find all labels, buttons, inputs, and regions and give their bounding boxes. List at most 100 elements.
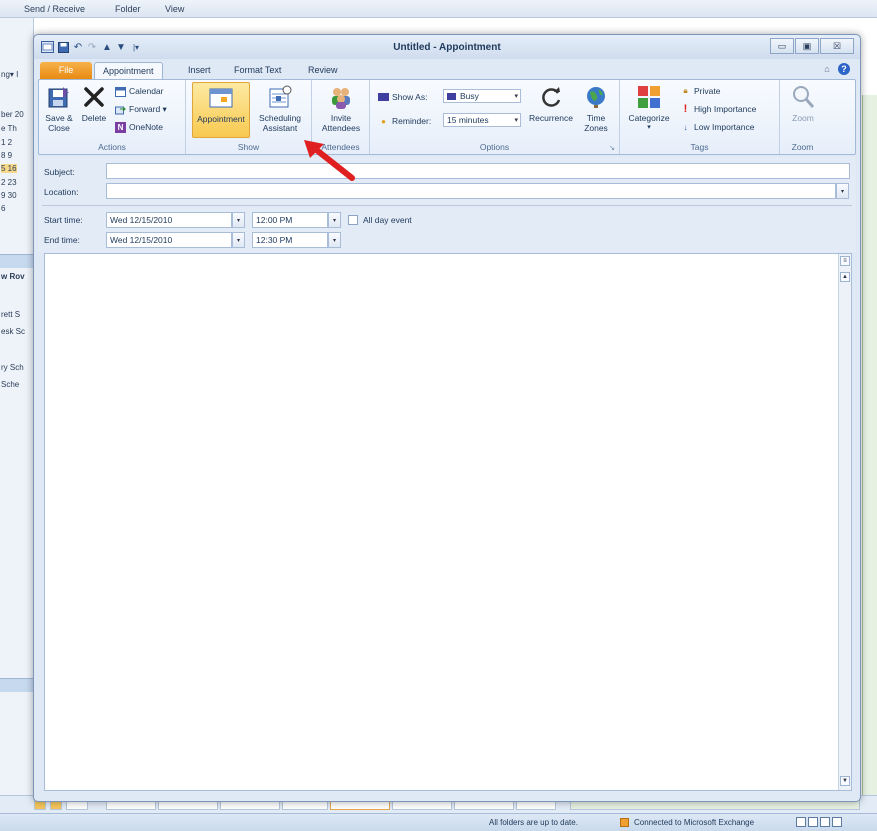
title-bar[interactable]: ↶ ↷ ▲ ▼ |▾ Untitled - Appointment ▭ ▣ ☒ [34,35,860,59]
background-navigation-pane: ng▾ I ber 20 e Th 1 2 8 9 5 16 2 23 9 30… [0,18,34,808]
location-label: Location: [44,187,79,197]
start-time-dropdown-icon[interactable]: ▾ [328,212,341,228]
list-view-icon[interactable] [820,817,830,827]
start-date-dropdown-icon[interactable]: ▾ [232,212,245,228]
nav-fragment: w Rov [1,272,25,281]
end-date-dropdown-icon[interactable]: ▾ [232,232,245,248]
show-as-value: Busy [460,91,479,101]
reminder-value: 15 minutes [447,115,489,125]
forward-button[interactable]: Forward ▾ [115,102,167,116]
nav-fragment: 9 30 [1,191,17,200]
notes-body-editor[interactable]: ≡ ▲ ▼ [44,253,852,791]
scroll-down-arrow-icon[interactable]: ▼ [840,776,850,786]
tab-file[interactable]: File [40,62,92,79]
delete-label: Delete [81,113,107,123]
zoom-group-label: Zoom [791,142,814,152]
zoom-button[interactable]: Zoom [784,82,822,138]
categorize-label: Categorize [628,113,670,123]
time-zones-label: Time Zones [584,113,608,133]
forward-label: Forward ▾ [129,103,167,114]
annotation-arrow-icon [304,140,355,181]
chevron-down-icon: ▾ [647,124,651,131]
delete-icon [81,84,107,110]
maximize-button[interactable]: ▣ [795,38,819,54]
invite-attendees-icon [328,84,354,110]
show-as-label: Show As: [392,92,428,102]
view-switcher[interactable] [796,817,844,829]
nav-fragment: 2 23 [1,178,17,187]
start-date-input[interactable]: Wed 12/15/2010 [106,212,232,228]
subject-input[interactable] [106,163,850,179]
all-day-checkbox[interactable] [348,215,358,225]
normal-view-icon[interactable] [796,817,806,827]
appointment-form: Subject: Location: ▾ Start time: Wed 12/… [38,157,856,252]
categorize-icon [636,84,662,110]
categorize-button[interactable]: Categorize ▾ [624,82,674,138]
exchange-icon [620,818,629,827]
start-time-label: Start time: [44,215,83,225]
invite-attendees-label: Invite Attendees [321,113,361,133]
divider [42,205,852,206]
group-zoom: Zoom Zoom [780,80,825,154]
appointment-icon [208,85,234,111]
reminder-dropdown[interactable]: 15 minutes ▾ [443,113,521,127]
location-input[interactable] [106,183,836,199]
nav-fragment: ber 20 [1,110,24,119]
menu-send-receive[interactable]: Send / Receive [24,4,85,14]
calendar-button[interactable]: Calendar [115,84,164,98]
other-view-icon[interactable] [832,817,842,827]
minimize-ribbon-icon[interactable]: ⌂ [821,63,833,75]
end-date-input[interactable]: Wed 12/15/2010 [106,232,232,248]
scheduling-assistant-icon [267,84,293,110]
close-button[interactable]: ☒ [820,38,854,54]
recurrence-button[interactable]: Recurrence [526,82,576,138]
end-time-label: End time: [44,235,80,245]
end-time-dropdown-icon[interactable]: ▾ [328,232,341,248]
scroll-up-arrow-icon[interactable]: ▲ [840,272,850,282]
bell-icon: ● [381,116,386,126]
nav-fragment: esk Sc [1,327,26,336]
subject-label: Subject: [44,167,75,177]
calendar-label: Calendar [129,86,164,96]
reading-view-icon[interactable] [808,817,818,827]
recurrence-icon [538,84,564,110]
forward-icon [115,104,126,115]
arrow-down-icon: ↓ [683,122,688,132]
show-group-label: Show [237,142,260,152]
vertical-scrollbar[interactable]: ≡ ▲ ▼ [838,254,851,790]
dialog-launcher-icon[interactable]: ↘ [609,144,615,152]
show-as-dropdown[interactable]: Busy ▾ [443,89,521,103]
delete-button[interactable]: Delete [77,82,111,138]
nav-fragment-today[interactable]: 5 16 [1,164,17,173]
end-time-input[interactable]: 12:30 PM [252,232,328,248]
minimize-button[interactable]: ▭ [770,38,794,54]
menu-folder[interactable]: Folder [115,4,141,14]
window-title: Untitled - Appointment [393,42,501,53]
time-zones-button[interactable]: Time Zones [576,82,616,138]
onenote-button[interactable]: N OneNote [115,120,163,134]
private-button[interactable]: 🔒︎ Private [680,84,720,98]
low-importance-button[interactable]: ↓ Low Importance [680,120,755,134]
high-importance-button[interactable]: ! High Importance [680,102,757,116]
appointment-label: Appointment [197,114,245,124]
calendar-icon [115,86,126,97]
nav-fragment: Sche [1,380,20,389]
reminder-label-group: ● Reminder: [378,114,431,128]
scheduling-assistant-button[interactable]: Scheduling Assistant [252,82,308,138]
ruler-toggle-icon[interactable]: ≡ [840,256,850,266]
invite-attendees-button[interactable]: Invite Attendees [316,82,366,138]
help-icon[interactable]: ? [838,63,850,75]
tab-review[interactable]: Review [300,62,346,79]
menu-view[interactable]: View [165,4,184,14]
tab-insert[interactable]: Insert [180,62,219,79]
background-calendar-edge [862,95,877,810]
recurrence-label: Recurrence [529,113,573,123]
nav-fragment: 1 2 [1,138,13,147]
location-dropdown-icon[interactable]: ▾ [836,183,849,199]
start-time-input[interactable]: 12:00 PM [252,212,328,228]
show-as-label-group: Show As: [378,90,427,104]
tab-format-text[interactable]: Format Text [226,62,289,79]
appointment-button[interactable]: Appointment [192,82,250,138]
save-close-button[interactable]: Save & Close [43,82,75,138]
tab-appointment[interactable]: Appointment [94,62,163,79]
